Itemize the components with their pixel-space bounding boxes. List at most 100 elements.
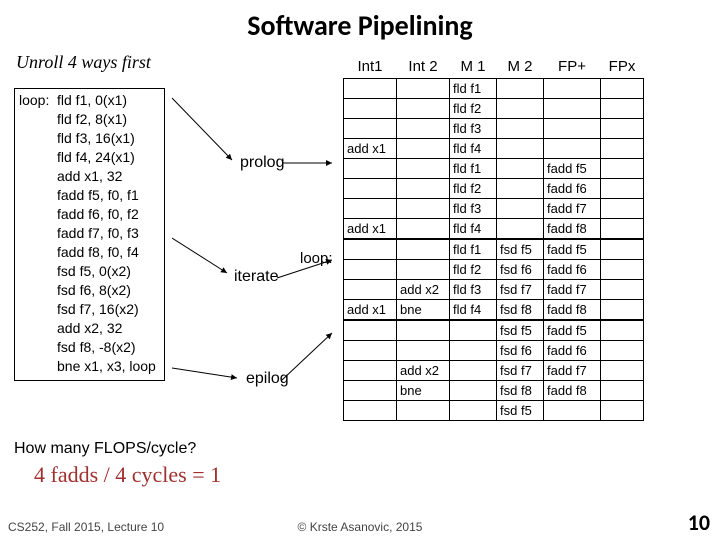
code-line: fld f3, 16(x1) — [57, 130, 135, 146]
table-row: fsd f5 — [344, 401, 644, 421]
code-line: fadd f8, f0, f4 — [57, 244, 139, 260]
footer-center: © Krste Asanovic, 2015 — [0, 520, 720, 534]
table-row: add x1bnefld f4fsd f8fadd f8 — [344, 300, 644, 321]
cell — [344, 280, 397, 300]
cell: fadd f6 — [544, 260, 601, 280]
cell — [601, 219, 644, 240]
cell: fsd f8 — [497, 300, 544, 321]
code-line: fadd f7, f0, f3 — [57, 225, 139, 241]
cell: add x2 — [397, 361, 450, 381]
code-line: fld f1, 0(x1) — [57, 92, 127, 108]
cell — [601, 159, 644, 179]
cell — [544, 99, 601, 119]
cell: add x1 — [344, 219, 397, 240]
table-row: fld f2 — [344, 99, 644, 119]
cell — [344, 99, 397, 119]
epilog-label: epilog — [246, 370, 289, 388]
cell — [497, 219, 544, 240]
code-line: fsd f6, 8(x2) — [57, 282, 131, 298]
table-row: fld f3 fadd f7 — [344, 199, 644, 219]
cell — [397, 219, 450, 240]
code-line: add x2, 32 — [57, 320, 122, 336]
cell — [344, 401, 397, 421]
cell — [397, 159, 450, 179]
table-row: fld f3 — [344, 119, 644, 139]
cell — [497, 99, 544, 119]
table-row: add x1 fld f4 fadd f8 — [344, 219, 644, 240]
cell: bne — [397, 300, 450, 321]
cell: fsd f6 — [497, 260, 544, 280]
code-line: bne x1, x3, loop — [57, 358, 156, 374]
cell: fld f1 — [450, 79, 497, 99]
cell — [544, 79, 601, 99]
cell — [450, 361, 497, 381]
table-row: fld f1fadd f5 — [344, 159, 644, 179]
table-row: fld f2 fadd f6 — [344, 179, 644, 199]
col-header: FP+ — [544, 54, 601, 79]
table-row: fld f2fsd f6fadd f6 — [344, 260, 644, 280]
cell — [450, 381, 497, 401]
cell: fsd f5 — [497, 239, 544, 260]
cell — [544, 139, 601, 159]
stage-arrows — [172, 88, 342, 408]
cell — [497, 179, 544, 199]
cell — [397, 79, 450, 99]
cell: fsd f6 — [497, 341, 544, 361]
subtitle: Unroll 4 ways first — [16, 52, 151, 73]
cell: fadd f6 — [544, 179, 601, 199]
cell — [344, 239, 397, 260]
cell: fsd f5 — [497, 320, 544, 341]
loop-marker: loop: — [300, 250, 333, 267]
cell — [601, 239, 644, 260]
cell — [601, 179, 644, 199]
cell — [497, 159, 544, 179]
cell — [397, 260, 450, 280]
cell: fld f2 — [450, 179, 497, 199]
cell — [344, 119, 397, 139]
cell: fadd f8 — [544, 381, 601, 401]
cell: fsd f7 — [497, 361, 544, 381]
cell: fld f1 — [450, 239, 497, 260]
cell: fsd f8 — [497, 381, 544, 401]
cell — [601, 401, 644, 421]
cell — [344, 159, 397, 179]
cell: add x1 — [344, 139, 397, 159]
col-header: FPx — [601, 54, 644, 79]
cell — [450, 401, 497, 421]
code-line: fsd f5, 0(x2) — [57, 263, 131, 279]
cell — [397, 139, 450, 159]
cell — [601, 260, 644, 280]
cell: fld f4 — [450, 219, 497, 240]
cell: fld f2 — [450, 99, 497, 119]
cell: add x2 — [397, 280, 450, 300]
cell — [601, 381, 644, 401]
cell: fld f3 — [450, 119, 497, 139]
cell: fadd f7 — [544, 199, 601, 219]
table-row: add x2fsd f7fadd f7 — [344, 361, 644, 381]
cell — [544, 401, 601, 421]
cell — [601, 99, 644, 119]
cell — [397, 320, 450, 341]
cell — [601, 139, 644, 159]
cell — [397, 341, 450, 361]
cell: fsd f7 — [497, 280, 544, 300]
cell: fld f3 — [450, 199, 497, 219]
cell — [397, 99, 450, 119]
prolog-label: prolog — [240, 154, 284, 172]
cell: fadd f5 — [544, 159, 601, 179]
code-line: fsd f8, -8(x2) — [57, 339, 136, 355]
table-row: add x1fld f4 — [344, 139, 644, 159]
cell — [601, 79, 644, 99]
table-row: bnefsd f8fadd f8 — [344, 381, 644, 401]
cell — [497, 199, 544, 219]
cell — [450, 341, 497, 361]
table-header-row: Int1 Int 2 M 1 M 2 FP+ FPx — [344, 54, 644, 79]
table-row: fld f1fsd f5fadd f5 — [344, 239, 644, 260]
page-number: 10 — [688, 509, 710, 536]
cell: fsd f5 — [497, 401, 544, 421]
cell — [601, 280, 644, 300]
cell — [497, 119, 544, 139]
schedule-table: Int1 Int 2 M 1 M 2 FP+ FPx fld f1fld f2f… — [343, 54, 644, 421]
table-row: fsd f6fadd f6 — [344, 341, 644, 361]
cell: fadd f8 — [544, 219, 601, 240]
